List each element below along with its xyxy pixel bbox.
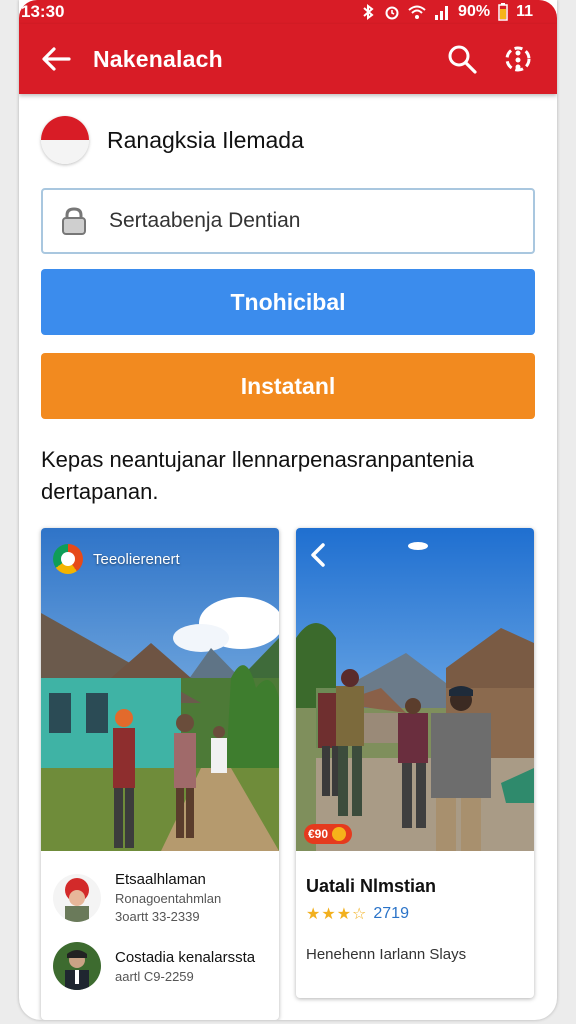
star-rating-icon: ★★★☆: [306, 906, 368, 923]
options-icon: [505, 46, 531, 72]
more-options-button[interactable]: [501, 42, 535, 76]
search-button[interactable]: [445, 42, 479, 76]
chevron-left-icon[interactable]: [308, 542, 330, 568]
battery-percent: 90%: [458, 3, 491, 20]
rating-value: 2719: [373, 905, 409, 922]
alarm-icon: [385, 6, 399, 20]
price-badge: €90: [304, 824, 353, 844]
list-item[interactable]: Costadia kenalarssta aartl C9-2259: [53, 942, 255, 990]
wifi-icon: [408, 5, 426, 19]
list-item-subtitle: Ronagoentahmlan: [115, 891, 222, 906]
card-title: Uatali Nlmstian: [306, 876, 437, 896]
status-bar: 13:30 90% 11: [19, 0, 557, 24]
search-input[interactable]: [109, 209, 509, 233]
flag-avatar: [41, 116, 89, 164]
village-photo: [41, 528, 279, 851]
village-photo: [296, 528, 534, 851]
signal-icon: [435, 6, 449, 20]
source-badge-text: Teeolierenert: [93, 550, 180, 568]
avatar: [53, 873, 101, 922]
list-item-meta: 3oartt 33-2339: [115, 909, 200, 924]
status-time: 13:30: [21, 2, 65, 21]
app-bar: Nakenalach: [19, 24, 557, 94]
app-bar-actions: [445, 42, 535, 76]
village-card-right[interactable]: €90 Uatali Nlmstian ★★★☆ 2719 Henehenn I…: [296, 528, 534, 998]
battery-icon: [498, 3, 508, 21]
back-button[interactable]: [37, 40, 75, 78]
coin-icon: [332, 827, 347, 841]
list-item-title: Etsaalhlaman: [115, 871, 206, 888]
list-item-title: Costadia kenalarssta: [115, 948, 256, 966]
status-extra: 11: [516, 3, 533, 20]
list-item-meta: aartl C9-2259: [115, 968, 194, 984]
village-card-left[interactable]: Teeolierenert Etsaalhlaman Ronagoentahml…: [41, 528, 279, 1020]
list-item[interactable]: Etsaalhlaman Ronagoentahmlan 3oartt 33-2…: [53, 871, 221, 924]
card-footer-text: Henehenn Iarlann Slays: [306, 946, 467, 963]
secondary-button[interactable]: Instatanl: [41, 353, 535, 419]
phone-screen: 13:30 90% 11 Nakenalach Ranagksia Ilemad…: [19, 0, 557, 1020]
avatar: [53, 942, 101, 990]
source-badge: Teeolierenert: [53, 544, 180, 574]
description-text: Kepas neantujanar llennarpenasranpanteni…: [41, 447, 475, 504]
rating: ★★★☆ 2719: [306, 904, 409, 924]
profile-header: Ranagksia Ilemada: [41, 116, 304, 164]
brand-logo-icon: [53, 544, 83, 574]
profile-name: Ranagksia Ilemada: [107, 126, 304, 153]
search-field[interactable]: [41, 188, 535, 254]
app-title: Nakenalach: [93, 45, 223, 72]
arrow-left-icon: [42, 47, 71, 71]
bluetooth-icon: [363, 4, 374, 20]
primary-button[interactable]: Tnohicibal: [41, 269, 535, 335]
price-badge-text: €90: [308, 827, 329, 841]
status-icons: 90% 11: [360, 3, 533, 21]
lock-icon: [62, 207, 86, 235]
search-icon: [448, 45, 477, 74]
